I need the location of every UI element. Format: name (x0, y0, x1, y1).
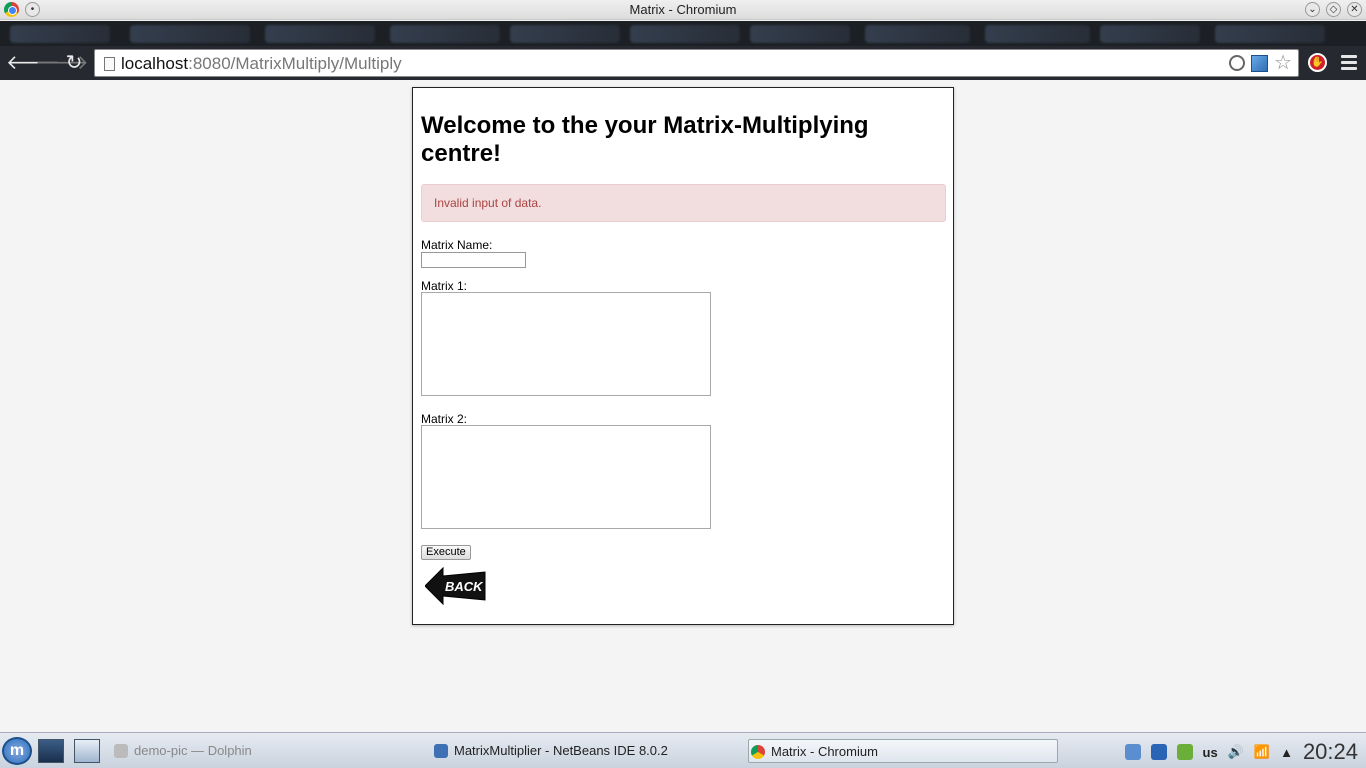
chromium-icon[interactable] (4, 2, 19, 17)
dolphin-icon (114, 744, 128, 758)
maximize-icon[interactable]: ◇ (1326, 2, 1341, 17)
tab-blurred[interactable] (130, 25, 250, 43)
error-alert: Invalid input of data. (421, 184, 946, 222)
window-titlebar: • Matrix - Chromium ⌄ ◇ ✕ (0, 0, 1366, 20)
forward-arrow-icon[interactable]: 🡒 (35, 52, 89, 74)
tab-blurred[interactable] (390, 25, 500, 43)
tab-strip (0, 21, 1366, 46)
zoom-icon[interactable] (1229, 55, 1246, 71)
netbeans-icon (434, 744, 448, 758)
desktop-launcher-icon[interactable] (38, 739, 64, 763)
volume-icon[interactable]: 🔊 (1228, 744, 1244, 760)
window-menu-icon[interactable]: • (25, 2, 40, 17)
taskbar: m demo-pic — Dolphin MatrixMultiplier - … (0, 732, 1366, 768)
task-chromium[interactable]: Matrix - Chromium (748, 739, 1058, 763)
page-icon (104, 57, 115, 71)
tab-blurred[interactable] (10, 25, 110, 43)
matrix2-label: Matrix 2: (421, 412, 468, 426)
adblock-icon[interactable]: ✋ (1308, 53, 1327, 72)
file-manager-launcher-icon[interactable] (74, 739, 100, 763)
back-arrow-icon[interactable]: 🡐 (6, 52, 60, 74)
page-heading: Welcome to the your Matrix-Multiplying c… (421, 112, 869, 167)
keyboard-layout[interactable]: us (1203, 745, 1218, 760)
bookmark-star-icon[interactable]: ☆ (1274, 53, 1292, 73)
page-viewport: Welcome to the your Matrix-Multiplying c… (0, 80, 1366, 732)
task-label: Matrix - Chromium (771, 744, 878, 759)
start-menu-icon[interactable]: m (2, 737, 32, 765)
tab-blurred[interactable] (750, 25, 850, 43)
matrix-name-label: Matrix Name: (421, 238, 493, 252)
tab-blurred[interactable] (630, 25, 740, 43)
window-title: Matrix - Chromium (629, 2, 737, 17)
back-image-text: BACK (445, 579, 484, 594)
task-dolphin[interactable]: demo-pic — Dolphin (112, 739, 312, 763)
clock[interactable]: 20:24 (1303, 739, 1358, 765)
close-icon[interactable]: ✕ (1347, 2, 1362, 17)
chromium-task-icon (751, 745, 765, 759)
extension-cube-icon[interactable] (1251, 54, 1269, 72)
task-label: demo-pic — Dolphin (134, 743, 252, 758)
tab-blurred[interactable] (510, 25, 620, 43)
tab-blurred[interactable] (265, 25, 375, 43)
bluetooth-icon[interactable] (1150, 744, 1167, 760)
tab-blurred[interactable] (1215, 25, 1325, 43)
reload-icon[interactable]: ↻ (63, 52, 85, 74)
matrix1-textarea[interactable] (421, 292, 711, 396)
tab-blurred[interactable] (1100, 25, 1200, 43)
browser-toolbar: 🡐 🡒 ↻ localhost:8080/MatrixMultiply/Mult… (0, 46, 1366, 80)
tab-blurred[interactable] (985, 25, 1090, 43)
matrix2-textarea[interactable] (421, 425, 711, 529)
url-path: :8080/MatrixMultiply/Multiply (188, 54, 402, 73)
back-arrow-link[interactable]: BACK (425, 566, 487, 606)
matrix-name-input[interactable] (421, 252, 526, 268)
matrix1-label: Matrix 1: (421, 279, 468, 293)
url-host: localhost (121, 54, 189, 73)
dropbox-icon[interactable] (1124, 744, 1141, 760)
tab-blurred[interactable] (865, 25, 970, 43)
shield-icon[interactable] (1176, 744, 1193, 760)
wifi-icon[interactable]: 📶 (1254, 744, 1270, 760)
task-label: MatrixMultiplier - NetBeans IDE 8.0.2 (454, 743, 668, 758)
address-bar[interactable]: localhost:8080/MatrixMultiply/Multiply ☆ (94, 49, 1299, 77)
task-netbeans[interactable]: MatrixMultiplier - NetBeans IDE 8.0.2 (432, 739, 732, 763)
minimize-icon[interactable]: ⌄ (1305, 2, 1320, 17)
tray-expand-icon[interactable]: ▲ (1280, 745, 1293, 760)
system-tray: us 🔊 📶 ▲ 20:24 (1124, 739, 1358, 765)
address-url[interactable]: localhost:8080/MatrixMultiply/Multiply (121, 54, 402, 74)
main-card: Welcome to the your Matrix-Multiplying c… (412, 87, 954, 625)
execute-button[interactable]: Execute (421, 545, 471, 560)
hamburger-menu-icon[interactable] (1341, 55, 1357, 73)
